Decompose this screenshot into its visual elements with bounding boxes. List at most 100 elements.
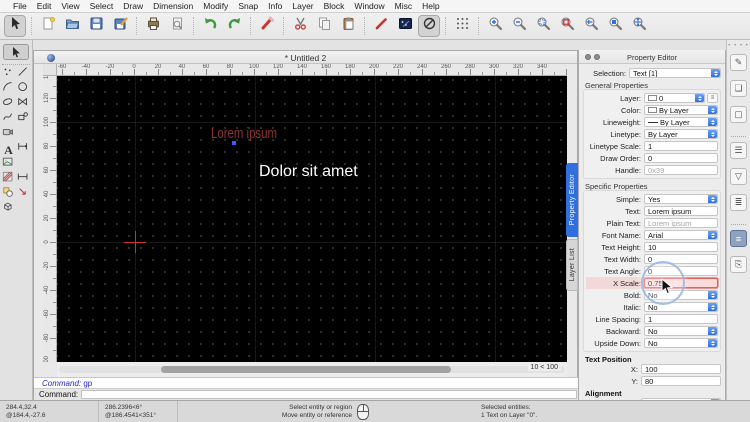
layer-list-panel-button[interactable]: ❏ — [730, 80, 747, 97]
text-entity[interactable]: Dolor sit amet — [259, 163, 358, 181]
property-input[interactable]: Lorem ipsum — [644, 218, 718, 228]
property-input[interactable]: 0 — [644, 266, 718, 276]
dropdown-stepper[interactable] — [708, 231, 717, 239]
selection-handle[interactable] — [232, 141, 236, 145]
property-dropdown[interactable]: Yes — [644, 194, 718, 204]
horizontal-scrollbar[interactable] — [59, 366, 565, 373]
paste-button[interactable] — [337, 15, 359, 37]
menu-block[interactable]: Block — [319, 1, 350, 11]
drawing-canvas[interactable]: Lorem ipsum Dolor sit amet — [57, 76, 567, 362]
zoom-out-button[interactable] — [508, 15, 530, 37]
tab-layer-list[interactable]: Layer List — [566, 239, 578, 291]
zoom-previous-button[interactable] — [580, 15, 602, 37]
solid-tool-button[interactable] — [1, 202, 16, 217]
property-dropdown[interactable]: No — [644, 302, 718, 312]
menu-modify[interactable]: Modify — [198, 1, 233, 11]
redo-button[interactable] — [223, 15, 245, 37]
auto-zoom-button[interactable] — [532, 15, 554, 37]
zoom-in-button[interactable] — [484, 15, 506, 37]
library-browser-panel-button[interactable]: ≣ — [730, 194, 747, 211]
open-file-button[interactable] — [61, 15, 83, 37]
dropdown-stepper[interactable] — [708, 118, 717, 126]
dropdown-stepper[interactable] — [708, 130, 717, 138]
document-titlebar[interactable]: * Untitled 2 — [34, 51, 577, 64]
panel-close-button[interactable] — [585, 54, 591, 60]
menu-info[interactable]: Info — [263, 1, 287, 11]
background-color-toggle-button[interactable] — [394, 15, 416, 37]
property-dropdown[interactable]: No — [644, 290, 718, 300]
property-dropdown[interactable]: Arial — [644, 230, 718, 240]
menu-view[interactable]: View — [56, 1, 84, 11]
property-editor-panel-button[interactable]: ✎ — [730, 54, 747, 71]
dropdown-stepper[interactable] — [708, 327, 717, 335]
zoom-window-button[interactable] — [556, 15, 578, 37]
property-input[interactable]: Lorem ipsum — [644, 206, 718, 216]
pointer-tool-button[interactable] — [4, 15, 26, 37]
print-preview-button[interactable] — [166, 15, 188, 37]
save-as-button[interactable] — [109, 15, 131, 37]
dropdown-stepper[interactable] — [708, 291, 717, 299]
edit-pen-button[interactable] — [370, 15, 392, 37]
save-file-button[interactable] — [85, 15, 107, 37]
cut-button[interactable] — [289, 15, 311, 37]
menu-snap[interactable]: Snap — [233, 1, 263, 11]
property-input[interactable]: 80 — [641, 376, 721, 386]
block-list-panel-button[interactable]: ▢ — [730, 106, 747, 123]
property-input[interactable]: 0.75 — [644, 278, 718, 288]
draft-mode-toggle-button[interactable] — [418, 15, 440, 37]
property-dropdown[interactable]: No — [644, 326, 718, 336]
property-input[interactable]: 0 — [644, 153, 718, 163]
command-line-panel-button[interactable]: ≡ — [730, 230, 747, 247]
dimension-tool-button[interactable] — [16, 142, 31, 157]
property-input[interactable]: 1 — [644, 314, 718, 324]
property-input[interactable]: 1 — [644, 141, 718, 151]
scrollbar-thumb[interactable] — [161, 366, 451, 373]
erase-button[interactable] — [256, 15, 278, 37]
modify-tool-button[interactable] — [16, 187, 31, 202]
menu-misc[interactable]: Misc — [390, 1, 417, 11]
command-input[interactable] — [81, 390, 577, 399]
dropdown-stepper[interactable] — [711, 69, 720, 77]
selection-filter-panel-button[interactable]: ▽ — [730, 168, 747, 185]
property-dropdown[interactable]: 0 — [644, 93, 705, 103]
menu-file[interactable]: File — [8, 1, 32, 11]
menu-select[interactable]: Select — [85, 1, 119, 11]
clipboard-panel-button[interactable]: ⎘ — [730, 256, 747, 273]
dropdown-stepper[interactable] — [708, 339, 717, 347]
dropdown-stepper[interactable] — [708, 106, 717, 114]
property-dropdown[interactable]: Text [1] — [629, 68, 721, 78]
selection-pointer-button[interactable] — [3, 44, 29, 60]
undo-button[interactable] — [199, 15, 221, 37]
panel-titlebar[interactable]: Property Editor — [579, 50, 725, 64]
pan-zoom-button[interactable] — [604, 15, 626, 37]
dock-drag-handle[interactable]: • • • • — [727, 43, 750, 49]
property-dropdown[interactable]: By Layer — [644, 105, 718, 115]
dropdown-stepper[interactable] — [708, 195, 717, 203]
selected-text-entity[interactable]: Lorem ipsum — [211, 125, 277, 142]
dropdown-stepper[interactable] — [708, 303, 717, 311]
print-button[interactable] — [142, 15, 164, 37]
menu-draw[interactable]: Draw — [118, 1, 148, 11]
dropdown-stepper[interactable] — [695, 94, 704, 102]
property-input[interactable]: 100 — [641, 364, 721, 374]
property-input[interactable]: 0x39 — [644, 165, 718, 175]
property-dropdown[interactable]: By Layer — [644, 117, 718, 127]
copy-button[interactable] — [313, 15, 335, 37]
menu-window[interactable]: Window — [349, 1, 389, 11]
property-dropdown[interactable]: No — [644, 338, 718, 348]
property-input[interactable]: 10 — [644, 242, 718, 252]
property-input[interactable]: 0 — [644, 254, 718, 264]
shape-tool-button[interactable] — [16, 111, 31, 127]
tab-property-editor[interactable]: Property Editor — [566, 163, 578, 237]
menu-help[interactable]: Help — [417, 1, 444, 11]
property-dropdown[interactable]: By Layer — [644, 129, 718, 139]
menu-layer[interactable]: Layer — [287, 1, 318, 11]
menu-dimension[interactable]: Dimension — [148, 1, 198, 11]
panel-float-button[interactable] — [594, 54, 600, 60]
new-file-button[interactable] — [37, 15, 59, 37]
view-list-panel-button[interactable]: ☰ — [730, 142, 747, 159]
menu-edit[interactable]: Edit — [32, 1, 57, 11]
grid-toggle-button[interactable] — [451, 15, 473, 37]
zoom-center-button[interactable] — [628, 15, 650, 37]
layer-menu-button[interactable]: ≡ — [707, 93, 718, 103]
